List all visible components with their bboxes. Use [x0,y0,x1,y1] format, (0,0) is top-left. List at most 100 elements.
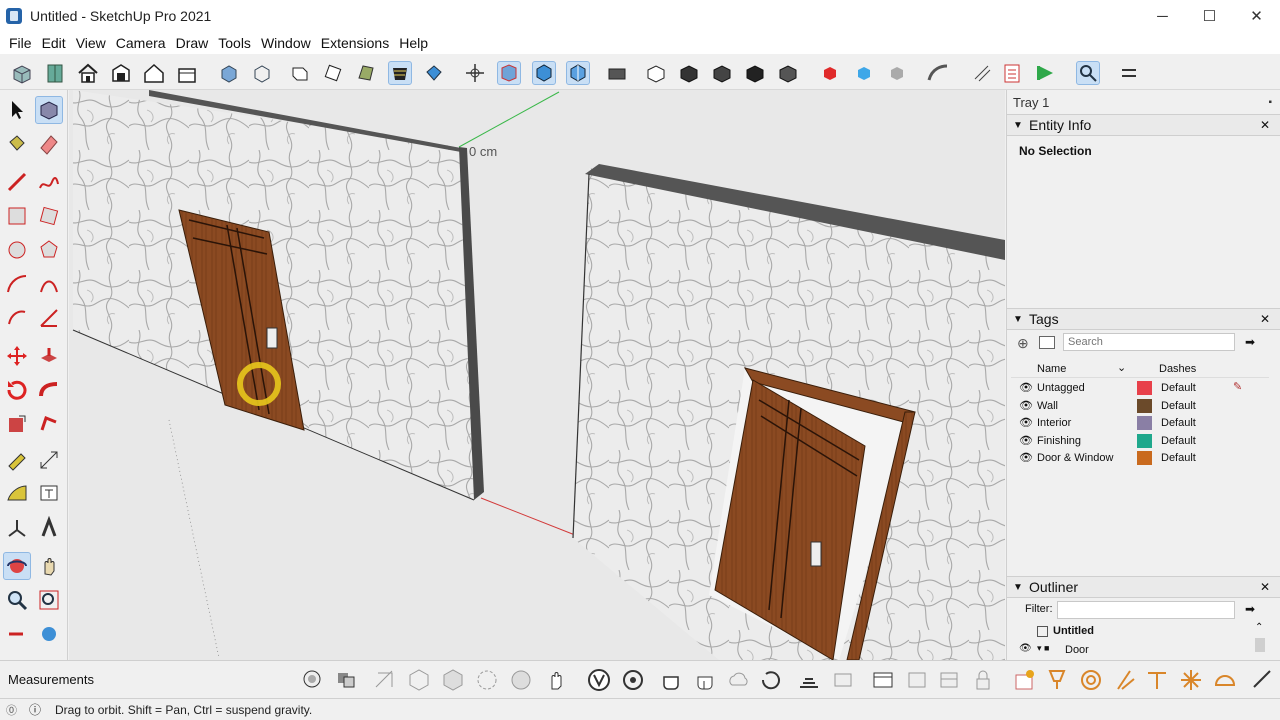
scroll-up-icon[interactable]: ⌃ [1255,622,1263,633]
follow-me-icon[interactable] [970,61,994,85]
3d-text-icon[interactable] [35,514,63,542]
hidden-line-icon[interactable] [288,61,312,85]
maximize-button[interactable]: ☐ [1186,0,1233,32]
subtract-icon[interactable] [438,665,468,695]
frame-buffer-icon[interactable] [794,665,824,695]
collapse-arrow-icon[interactable]: ▼ [1013,582,1029,593]
report-icon[interactable] [1000,61,1024,85]
zoom-extents-tool-icon[interactable] [35,620,63,648]
home-view-icon[interactable] [76,61,100,85]
tags-search-input[interactable] [1063,333,1235,351]
previous-view-icon[interactable] [3,620,31,648]
sort-dropdown-icon[interactable]: ⌄ [1117,361,1126,374]
view-top-small-icon[interactable] [677,61,701,85]
tag-row-finishing[interactable]: 👁 Finishing Default [1011,433,1269,451]
visibility-eye-icon[interactable]: 👁 [1019,381,1033,394]
lights-icon[interactable] [868,665,898,695]
menu-window[interactable]: Window [256,35,316,51]
pie-icon[interactable] [35,304,63,332]
view-back-small-icon[interactable] [776,61,800,85]
sphere-light-icon[interactable] [1076,665,1106,695]
axes-tool-icon[interactable] [3,514,31,542]
visibility-eye-icon[interactable]: 👁 [1019,643,1032,654]
rotate-tool-icon[interactable] [3,376,31,404]
visibility-eye-icon[interactable]: 👁 [1019,451,1033,464]
mesh-light-icon[interactable] [1210,665,1240,695]
tag-color-swatch[interactable] [1137,381,1152,395]
expand-arrow-icon[interactable]: ▾ ■ [1037,643,1049,654]
section-fill-icon[interactable] [566,61,590,85]
scale-tool-icon[interactable] [3,410,31,438]
polygon-icon[interactable] [35,236,63,264]
orbit-tool-icon[interactable] [3,552,31,580]
select-tool-icon[interactable] [3,96,31,124]
make-component-icon[interactable] [35,96,63,124]
column-dashes[interactable]: Dashes [1159,363,1196,375]
view-front-small-icon[interactable] [710,61,734,85]
close-window-button[interactable]: ✕ [1233,0,1280,32]
add-tag-icon[interactable]: ⊕ [1017,335,1029,352]
view-right-small-icon[interactable] [743,61,767,85]
spot-light-icon[interactable] [1110,665,1140,695]
three-point-arc-icon[interactable] [3,304,31,332]
view-iso-small-icon[interactable] [644,61,668,85]
camera-position-icon[interactable] [605,61,629,85]
ies-light-icon[interactable] [1142,665,1172,695]
tag-dashes[interactable]: Default [1161,435,1196,447]
outer-shell-icon[interactable] [298,665,328,695]
freehand-icon[interactable] [35,168,63,196]
entity-info-header[interactable]: ▼ Entity Info ✕ [1007,114,1280,136]
get-models-icon[interactable] [10,61,34,85]
light-gen-icon[interactable] [1248,665,1278,695]
pan-hand-icon[interactable] [542,665,572,695]
collapse-arrow-icon[interactable]: ▼ [1013,120,1029,131]
omni-light-icon[interactable] [1042,665,1072,695]
rectangle-icon[interactable] [3,202,31,230]
split-icon[interactable] [506,665,536,695]
move-tool-icon[interactable] [3,342,31,370]
circle-icon[interactable] [3,236,31,264]
pan-tool-icon[interactable] [35,552,63,580]
close-icon[interactable]: ✕ [1260,312,1270,326]
cloud-render-icon[interactable] [724,665,754,695]
push-pull-icon[interactable] [35,342,63,370]
components-icon[interactable] [43,61,67,85]
outliner-root[interactable]: Untitled [1053,625,1094,637]
geo-location-icon[interactable]: ⓪ [6,702,17,718]
outliner-header[interactable]: ▼ Outliner ✕ [1007,576,1280,598]
column-name[interactable]: Name [1037,363,1066,375]
tag-color-swatch[interactable] [1137,398,1152,413]
menu-file[interactable]: File [4,35,37,51]
tag-row-door-window[interactable]: 👁 Door & Window Default [1011,450,1269,468]
minimize-button[interactable]: ─ [1139,0,1186,32]
right-view-icon[interactable] [175,61,199,85]
dome-light-icon[interactable] [1176,665,1206,695]
vray-icon[interactable] [584,665,614,695]
pin-icon[interactable]: ▪ [1268,97,1272,108]
tag-row-interior[interactable]: 👁 Interior Default [1011,415,1269,433]
tag-dashes[interactable]: Default [1161,417,1196,429]
visibility-eye-icon[interactable]: 👁 [1019,416,1033,429]
close-icon[interactable]: ✕ [1260,580,1270,594]
tape-measure-icon[interactable] [3,446,31,474]
batch-render-icon[interactable] [828,665,858,695]
menu-help[interactable]: Help [394,35,433,51]
tag-color-swatch[interactable] [1137,416,1152,430]
text-tool-icon[interactable] [35,480,63,508]
paint-bucket-icon[interactable] [3,130,31,158]
intersect-icon[interactable] [370,665,400,695]
lock-icon[interactable] [968,665,998,695]
tag-dashes[interactable]: Default [1161,400,1196,412]
follow-me-tool-icon[interactable] [35,376,63,404]
wireframe-icon[interactable] [250,61,274,85]
details-arrow-icon[interactable]: ➡ [1245,602,1255,616]
shaded-textures-icon[interactable] [354,61,378,85]
front-view-icon[interactable] [142,61,166,85]
close-icon[interactable]: ✕ [1260,118,1270,132]
iso-view-icon[interactable] [109,61,133,85]
line-tool-icon[interactable] [3,168,31,196]
play-animation-icon[interactable] [1034,61,1058,85]
outliner-child[interactable]: Door [1065,644,1089,656]
toolbar-overflow-icon[interactable] [1117,61,1141,85]
refresh-render-icon[interactable] [756,665,786,695]
